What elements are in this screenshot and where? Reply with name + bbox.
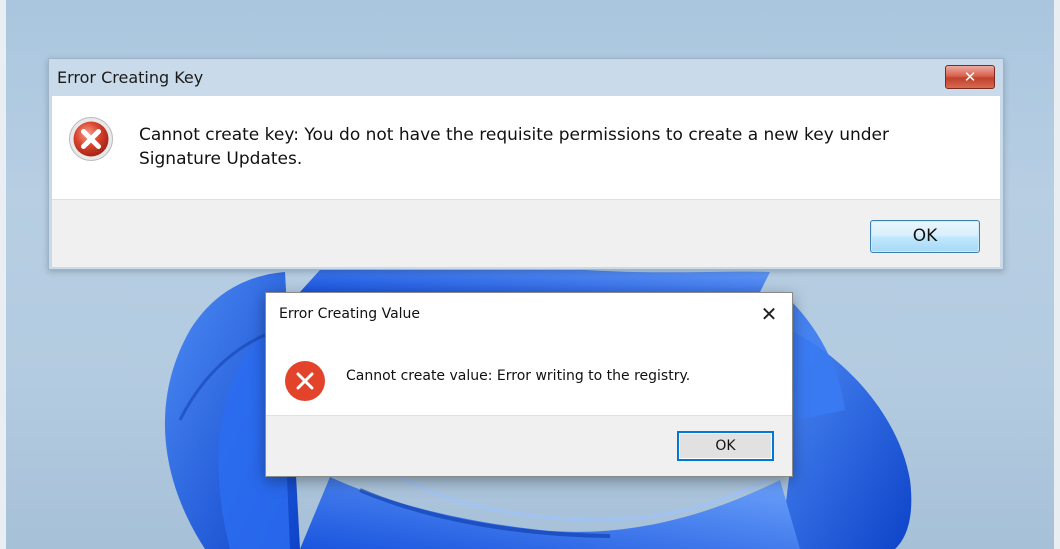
error-message: Cannot create value: Error writing to th… bbox=[346, 368, 691, 384]
error-creating-key-dialog: Error Creating Key ✕ Cannot create key: … bbox=[48, 58, 1004, 270]
close-button[interactable]: ✕ bbox=[945, 65, 995, 89]
close-icon: ✕ bbox=[760, 302, 778, 326]
button-bar: OK bbox=[266, 415, 792, 476]
error-message: Cannot create key: You do not have the r… bbox=[139, 125, 890, 169]
button-bar: OK bbox=[52, 199, 1000, 267]
ok-button[interactable]: OK bbox=[870, 220, 980, 253]
close-button[interactable]: ✕ bbox=[756, 301, 782, 327]
dialog-title: Error Creating Value bbox=[279, 306, 421, 322]
error-icon bbox=[285, 361, 325, 401]
error-icon bbox=[69, 117, 113, 161]
close-icon: ✕ bbox=[963, 68, 977, 86]
dialog-title: Error Creating Key bbox=[57, 68, 204, 87]
dialog-body: Cannot create key: You do not have the r… bbox=[52, 96, 1000, 267]
error-creating-value-dialog: Error Creating Value ✕ Cannot create val… bbox=[265, 292, 793, 477]
ok-button[interactable]: OK bbox=[677, 431, 774, 461]
message-area: Cannot create key: You do not have the r… bbox=[52, 96, 1000, 199]
